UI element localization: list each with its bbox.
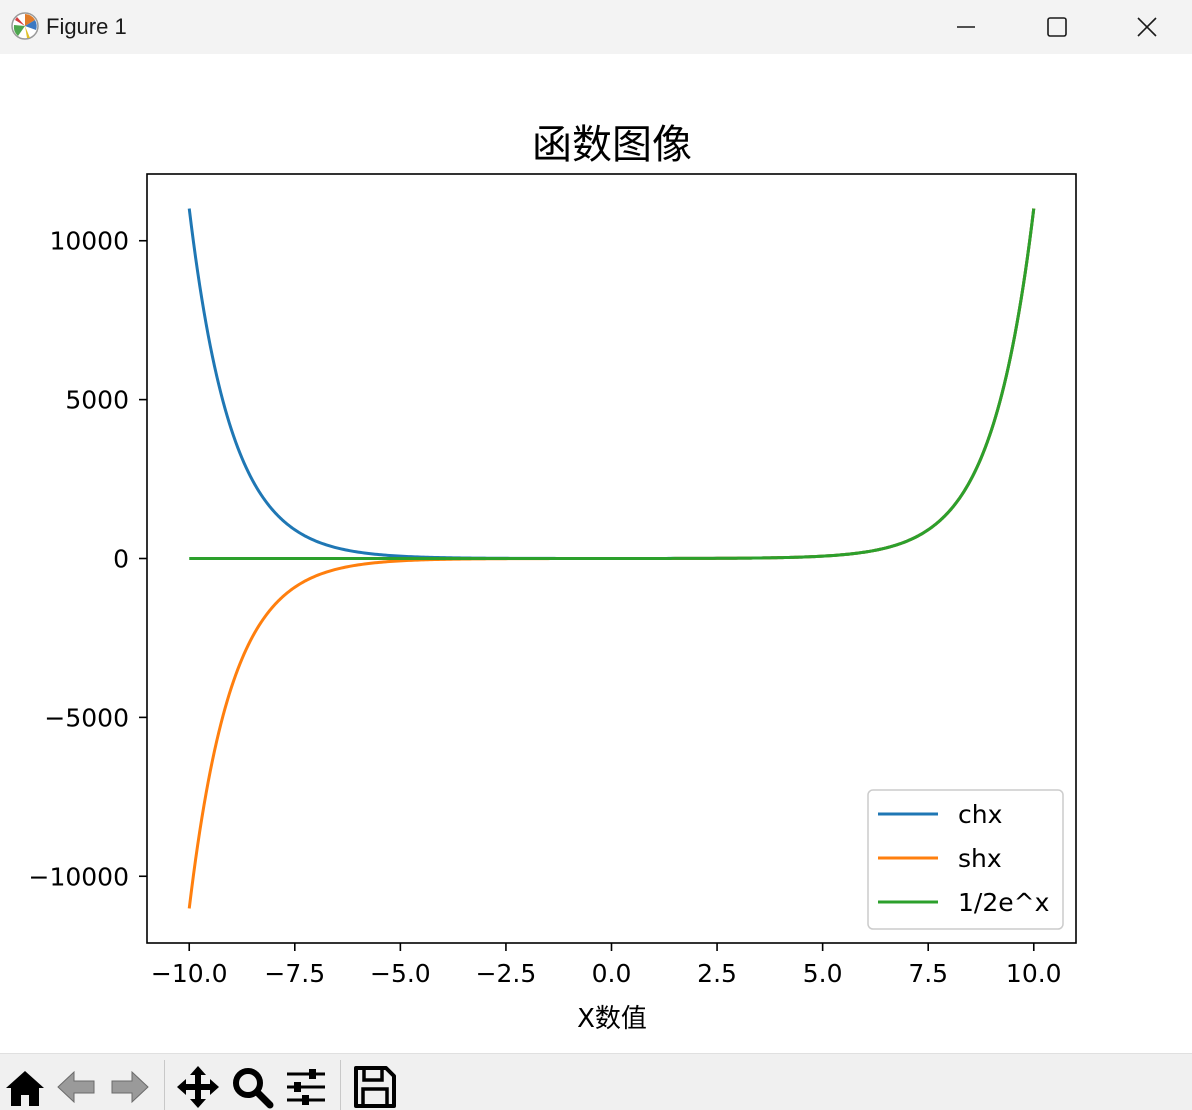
series-line-half_exp: [189, 208, 1036, 560]
x-tick-label: −10.0: [151, 959, 228, 988]
minimize-icon: [957, 26, 975, 28]
toolbar-separator: [340, 1060, 341, 1110]
close-icon: [1137, 17, 1157, 37]
x-tick-label: 5.0: [803, 959, 843, 988]
x-tick-label: 0.0: [592, 959, 632, 988]
x-tick-label: −7.5: [264, 959, 325, 988]
matplotlib-icon: [11, 12, 39, 40]
forward-arrow-icon[interactable]: [106, 1064, 152, 1110]
x-tick-label: 10.0: [1006, 959, 1062, 988]
legend: chx shx 1/2e^x: [867, 789, 1064, 930]
close-button[interactable]: [1102, 0, 1192, 54]
x-tick-label: 2.5: [697, 959, 737, 988]
back-arrow-icon[interactable]: [54, 1064, 100, 1110]
window-title: Figure 1: [46, 14, 127, 39]
configure-subplots-icon[interactable]: [283, 1064, 329, 1110]
y-tick-label: 10000: [49, 227, 129, 256]
y-tick-label: 5000: [65, 386, 129, 415]
x-axis-label: X数值: [577, 1004, 647, 1034]
pan-move-icon[interactable]: [175, 1064, 221, 1110]
legend-label: shx: [958, 844, 1002, 873]
chart-title: 函数图像: [532, 122, 692, 168]
toolbar-separator: [164, 1060, 165, 1110]
y-tick-label: −10000: [29, 862, 129, 891]
title-bar[interactable]: Figure 1: [0, 0, 1192, 54]
figure-canvas[interactable]: 函数图像 −10.0 −7.5 −5.0 −2.5 0.0 2.5 5.0 7.5 10.0 1…: [0, 54, 1192, 1053]
x-tick-label: 7.5: [908, 959, 948, 988]
navigation-toolbar: [0, 1053, 1192, 1110]
save-disk-icon[interactable]: [352, 1064, 398, 1110]
zoom-magnifier-icon[interactable]: [229, 1064, 275, 1110]
x-tick-label: −5.0: [370, 959, 431, 988]
legend-label: chx: [958, 800, 1002, 829]
legend-label: 1/2e^x: [958, 888, 1049, 917]
y-tick-label: 0: [113, 545, 129, 574]
y-tick-label: −5000: [44, 703, 129, 732]
x-tick-label: −2.5: [476, 959, 537, 988]
home-icon[interactable]: [2, 1064, 48, 1110]
maximize-button[interactable]: [1011, 0, 1103, 54]
figure-window: Figure 1 函数图像 −10.0 −7.5 −5.0 −2.5 0.0 2.5 5.0…: [0, 0, 1192, 1110]
chart[interactable]: 函数图像 −10.0 −7.5 −5.0 −2.5 0.0 2.5 5.0 7.5 10.0 1…: [0, 54, 1192, 1053]
maximize-icon: [1047, 17, 1067, 37]
minimize-button[interactable]: [920, 0, 1012, 54]
y-axis: 10000 5000 0 −5000 −10000: [29, 227, 147, 891]
x-axis: −10.0 −7.5 −5.0 −2.5 0.0 2.5 5.0 7.5 10.0: [151, 943, 1062, 988]
series-line-cosh: [187, 208, 1036, 560]
